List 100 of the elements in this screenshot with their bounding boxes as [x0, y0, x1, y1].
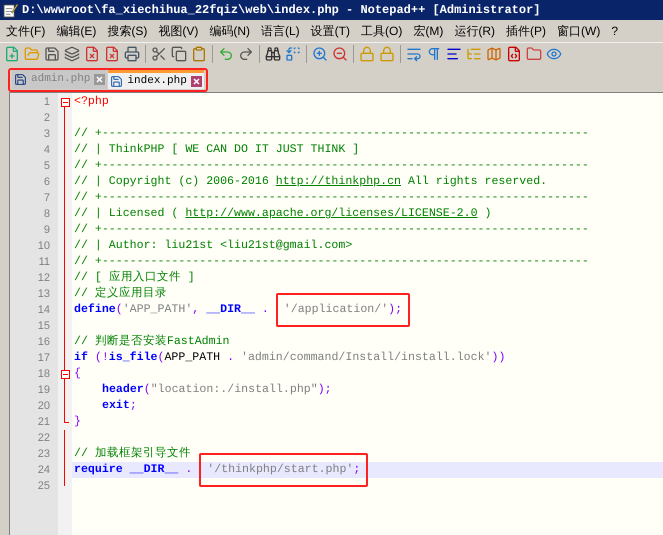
line-number: 19: [38, 382, 50, 398]
save-all-icon[interactable]: [64, 46, 80, 62]
line-number: 14: [38, 302, 50, 318]
redo-icon[interactable]: [238, 46, 254, 62]
code-comment: // +----------------------------------------------------------------------: [74, 126, 589, 142]
map-icon[interactable]: [486, 46, 502, 62]
file-tab[interactable]: index.php: [108, 70, 204, 89]
printer-icon[interactable]: [124, 46, 140, 62]
line-number: 3: [44, 126, 50, 142]
menu-item[interactable]: 文件(F): [6, 22, 46, 40]
line-number: 2: [44, 110, 50, 126]
close-icon[interactable]: [190, 76, 202, 86]
code-operator: ,: [192, 302, 200, 318]
line-number: 15: [38, 318, 50, 334]
code-comment: // | ThinkPHP [ WE CAN DO IT JUST THINK ]: [74, 142, 360, 158]
line-number: 10: [38, 238, 50, 254]
code-operator: {: [74, 366, 81, 382]
code-string: "location:./install.php": [150, 382, 318, 398]
menu-item[interactable]: 搜索(S): [107, 22, 148, 40]
code-operator: .: [260, 302, 270, 318]
fold-toggle[interactable]: [60, 98, 70, 106]
fold-toggle[interactable]: [60, 370, 70, 378]
line-number: 25: [38, 478, 50, 494]
menu-item[interactable]: 编码(N): [209, 22, 250, 40]
binoculars-icon[interactable]: [265, 46, 281, 62]
code-comment: // | Copyright (c) 2006-2016: [74, 174, 270, 190]
menu-item[interactable]: 窗口(W): [557, 22, 600, 40]
zoom-out-icon[interactable]: [332, 46, 348, 62]
menu-item[interactable]: 编辑(E): [56, 22, 96, 40]
code-operator: .: [226, 350, 236, 366]
menu-item[interactable]: 视图(V): [158, 22, 198, 40]
save-icon[interactable]: [44, 46, 60, 62]
pilcrow-icon[interactable]: [426, 46, 442, 62]
line-number: 17: [38, 350, 50, 366]
menu-item[interactable]: 语言(L): [261, 22, 300, 40]
line-number: 20: [38, 398, 50, 414]
line-number: 4: [44, 142, 50, 158]
code-keyword: require __DIR__: [74, 462, 178, 478]
code-operator: .: [184, 462, 194, 478]
menu-item[interactable]: ?: [611, 22, 618, 40]
code-keyword: header: [102, 382, 144, 398]
line-number: 24: [38, 462, 50, 478]
new-file-icon[interactable]: [4, 46, 20, 62]
line-number: 13: [38, 286, 50, 302]
code-keyword: define: [74, 302, 116, 318]
code-comment: // [ 应用入口文件 ]: [74, 270, 195, 286]
line-number: 5: [44, 158, 50, 174]
menu-item[interactable]: 宏(M): [413, 22, 444, 40]
code-comment: // | Author: liu21st <liu21st@gmail.com>: [74, 238, 352, 254]
save-icon: [14, 73, 27, 86]
menu-item[interactable]: 运行(R): [454, 22, 495, 40]
code-operator: (: [144, 382, 151, 398]
code-operator: (!: [94, 350, 109, 366]
code-comment: All rights reserved.: [406, 174, 548, 190]
line-number: 1: [44, 94, 50, 110]
code-string: 'admin/command/Install/install.lock': [241, 350, 492, 366]
window-title: D:\wwwroot\fa_xiechihua_22fqiz\web\index.php - Notepad++ [Administrator]: [22, 2, 540, 19]
code-string: 'APP_PATH': [122, 302, 192, 318]
code-comment: ): [484, 206, 492, 222]
code-string: '/application/': [284, 303, 388, 316]
menu-item[interactable]: 工具(O): [361, 22, 402, 40]
code-operator: )): [491, 350, 506, 366]
menu-item[interactable]: 设置(T): [310, 22, 350, 40]
indent-guide-icon[interactable]: [446, 46, 462, 62]
function-list-icon[interactable]: [506, 46, 522, 62]
menu-item[interactable]: 插件(P): [506, 22, 546, 40]
notepad-icon: [3, 2, 18, 18]
line-number: 7: [44, 190, 50, 206]
zoom-in-icon[interactable]: [312, 46, 328, 62]
code-comment: // | Licensed (: [74, 206, 180, 222]
code-comment: // +----------------------------------------------------------------------: [74, 254, 589, 270]
save-icon: [110, 74, 124, 88]
copy-icon[interactable]: [171, 46, 187, 62]
close-icon[interactable]: [94, 74, 106, 85]
line-number: 11: [38, 254, 50, 270]
code-keyword: is_file: [108, 350, 158, 366]
code-comment: // +----------------------------------------------------------------------: [74, 158, 589, 174]
eye-icon[interactable]: [546, 46, 562, 62]
line-number: 9: [44, 222, 50, 238]
line-number: 21: [38, 414, 50, 430]
code-operator: );: [318, 382, 332, 398]
wrap-icon[interactable]: [406, 46, 422, 62]
code-keyword: exit: [102, 398, 130, 414]
code-operator: ;: [353, 463, 360, 476]
line-number: 16: [38, 334, 50, 350]
code-operator: }: [74, 414, 81, 430]
code-comment: // 加载框架引导文件: [74, 446, 191, 462]
folder-icon[interactable]: [526, 46, 542, 62]
line-number: 18: [38, 366, 50, 382]
close-file-icon[interactable]: [84, 46, 100, 62]
php-tag: <?php: [74, 93, 109, 111]
code-comment: // 定义应用目录: [74, 285, 167, 302]
scissors-icon[interactable]: [151, 46, 167, 62]
clipboard-icon[interactable]: [191, 46, 207, 62]
code-keyword: if: [74, 350, 88, 366]
line-number: 23: [38, 446, 50, 462]
close-all-icon[interactable]: [104, 46, 120, 62]
line-number: 8: [44, 206, 50, 222]
line-number: 12: [38, 270, 50, 286]
code-comment: // +----------------------------------------------------------------------: [74, 222, 589, 238]
